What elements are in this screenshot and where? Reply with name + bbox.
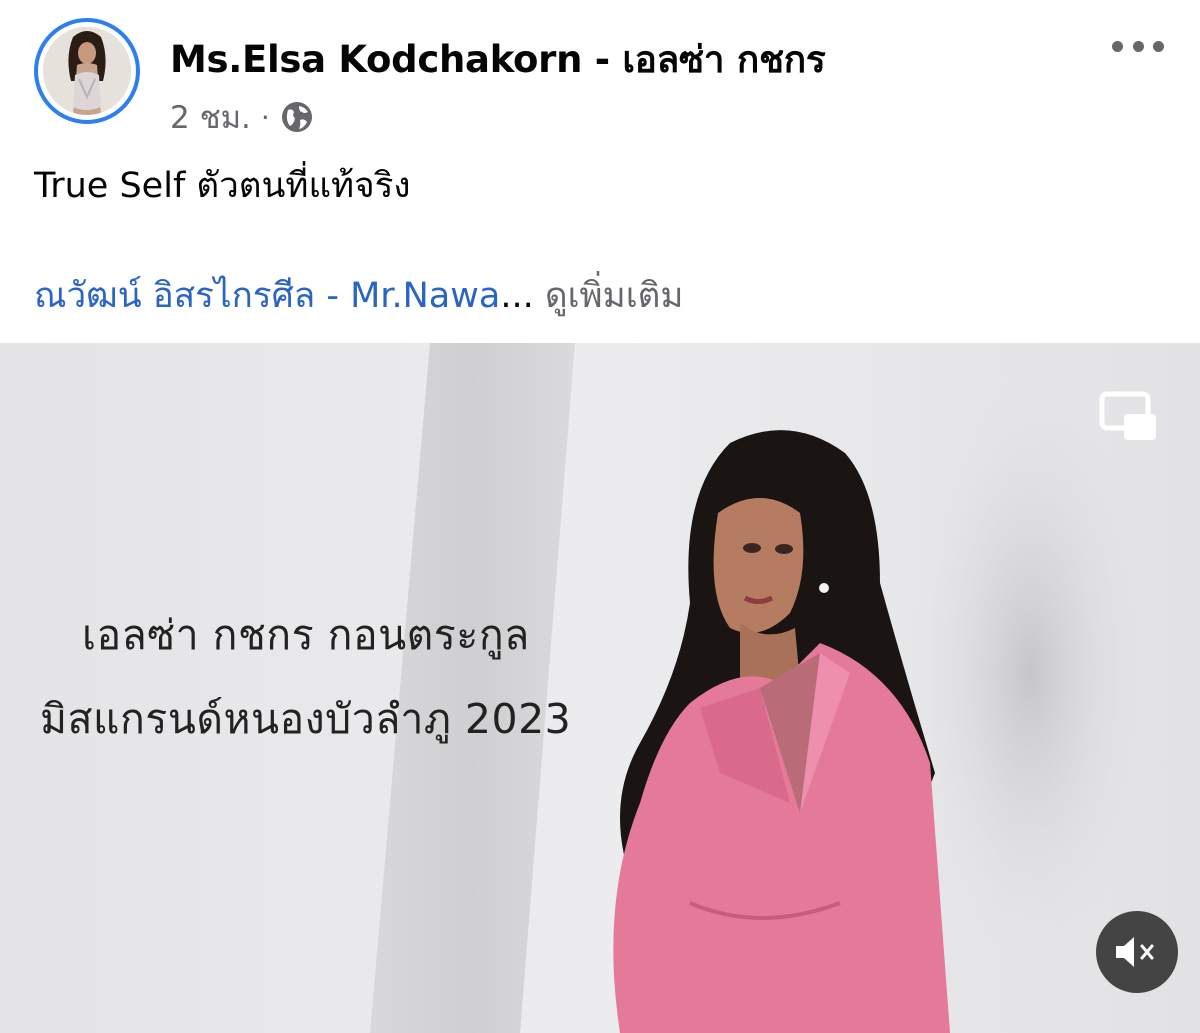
meta-separator: · — [260, 100, 270, 134]
ellipsis: ... — [500, 276, 534, 316]
caption-line-2: มิสแกรนด์หนองบัวลำภู 2023 — [40, 695, 572, 743]
video-caption: เอลซ่า กชกร กอนตระกูล มิสแกรนด์หนองบัวลำ… — [40, 593, 571, 761]
post-timestamp[interactable]: 2 ชม. — [170, 92, 251, 142]
author-avatar[interactable] — [34, 18, 140, 124]
video-player[interactable]: เอลซ่า กชกร กอนตระกูล มิสแกรนด์หนองบัวลำ… — [0, 343, 1200, 1033]
more-options-icon[interactable] — [1112, 34, 1164, 58]
see-more-link[interactable]: ดูเพิ่มเติม — [545, 276, 684, 316]
avatar-image — [43, 27, 131, 115]
speaker-muted-icon[interactable] — [1096, 911, 1178, 993]
globe-icon[interactable] — [280, 100, 314, 134]
post-text: True Self ตัวตนที่แท้จริง — [34, 166, 411, 206]
post-header: Ms.Elsa Kodchakorn - เอลซ่า กชกร 2 ชม. · — [0, 0, 1200, 140]
caption-line-1: เอลซ่า กชกร กอนตระกูล — [82, 611, 530, 659]
post-meta: 2 ชม. · — [170, 92, 314, 142]
author-name[interactable]: Ms.Elsa Kodchakorn - เอลซ่า กชกร — [170, 30, 826, 89]
tagged-person-link[interactable]: ณวัฒน์ อิสรไกรศีล - Mr.Nawa — [34, 276, 500, 316]
picture-in-picture-icon[interactable] — [1098, 390, 1158, 442]
tag-line: ณวัฒน์ อิสรไกรศีล - Mr.Nawa... ดูเพิ่มเต… — [34, 268, 683, 323]
